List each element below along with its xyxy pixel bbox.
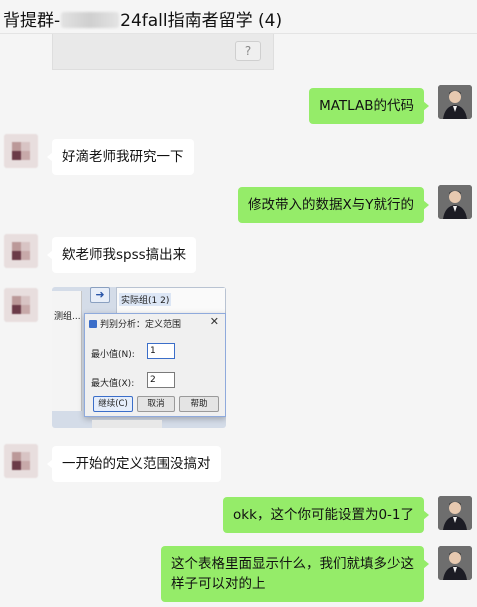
blurred-avatar-icon: [4, 134, 38, 168]
dialog-footer-strip: [92, 420, 162, 428]
person-icon: [438, 185, 472, 219]
help-button: 帮助: [179, 396, 219, 412]
min-label: 最小值(N):: [91, 350, 135, 360]
help-button[interactable]: ?: [235, 41, 261, 61]
avatar-me[interactable]: [438, 496, 472, 530]
blurred-avatar-icon: [4, 444, 38, 478]
chat-header: 背提群- 24fall指南者留学 (4): [0, 0, 477, 34]
image-message[interactable]: 测组... ➜ 实际组(1 2) 判别分析：定义范围 ✕ 最小值(N): 1 最…: [52, 287, 226, 428]
blurred-avatar-icon: [4, 234, 38, 268]
blurred-avatar-icon: [4, 288, 38, 322]
min-value-field: 1: [147, 343, 175, 359]
define-range-dialog: 判别分析：定义范围 ✕ 最小值(N): 1 最大值(X): 2 继续(C) 取消…: [84, 313, 226, 417]
spss-icon: [89, 320, 97, 328]
message-line: 这个表格里面显示什么，我们就填多少这: [171, 556, 414, 572]
person-icon: [438, 496, 472, 530]
close-icon: ✕: [209, 315, 219, 328]
avatar-other[interactable]: [4, 234, 38, 268]
dialog-title: 判别分析：定义范围: [89, 317, 181, 330]
avatar-me[interactable]: [438, 185, 472, 219]
move-arrow-icon: ➜: [90, 287, 110, 303]
message-bubble[interactable]: 一开始的定义范围没搞对: [47, 446, 221, 482]
chat-title-suffix: 24fall指南者留学 (4): [120, 11, 283, 31]
variable-text: 测组...: [54, 312, 81, 322]
max-label: 最大值(X):: [91, 379, 135, 389]
avatar-me[interactable]: [438, 546, 472, 580]
dialog-title-text: 判别分析：定义范围: [100, 320, 182, 330]
message-bubble[interactable]: 修改带入的数据X与Y就行的: [238, 187, 429, 223]
avatar-other[interactable]: [4, 444, 38, 478]
avatar-other[interactable]: [4, 288, 38, 322]
person-icon: [438, 546, 472, 580]
message-bubble[interactable]: 好滴老师我研究一下: [47, 139, 194, 175]
chat-title-prefix: 背提群-: [3, 11, 61, 31]
grouping-variable-item: 实际组(1 2): [119, 293, 172, 306]
message-bubble[interactable]: 这个表格里面显示什么，我们就填多少这 样子可以对的上: [161, 546, 429, 602]
cancel-button: 取消: [137, 396, 175, 412]
redacted-name-mask: [61, 12, 120, 28]
chat-title: 背提群- 24fall指南者留学 (4): [3, 6, 282, 31]
avatar-other[interactable]: [4, 134, 38, 168]
person-icon: [438, 85, 472, 119]
spss-variable-panel: 测组...: [52, 291, 82, 411]
message-bubble[interactable]: 欸老师我spss搞出来: [46, 237, 197, 273]
message-bubble[interactable]: MATLAB的代码: [309, 88, 429, 124]
message-bubble[interactable]: okk，这个你可能设置为0-1了: [223, 497, 429, 533]
message-line: 样子可以对的上: [171, 576, 266, 592]
continue-button: 继续(C): [93, 396, 133, 412]
max-value-field: 2: [147, 372, 175, 388]
avatar-me[interactable]: [438, 85, 472, 119]
